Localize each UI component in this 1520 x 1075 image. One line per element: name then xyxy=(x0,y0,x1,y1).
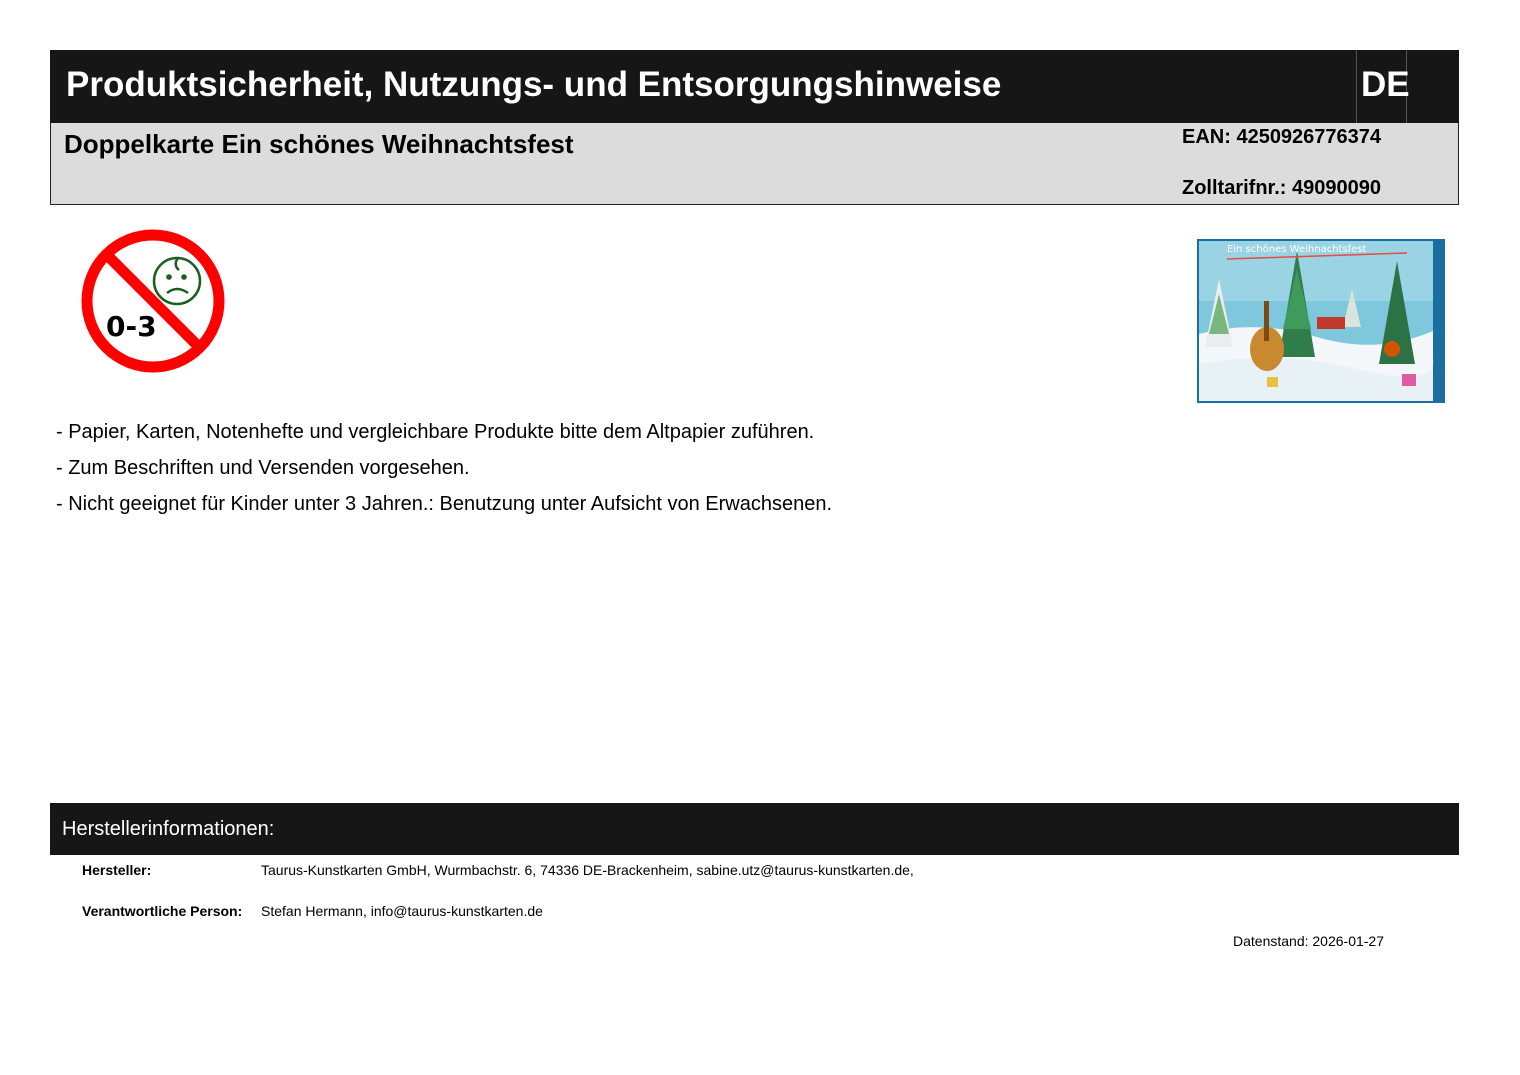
product-info-bar: Doppelkarte Ein schönes Weihnachtsfest E… xyxy=(50,123,1459,205)
manufacturer-section-bar: Herstellerinformationen: xyxy=(50,803,1459,855)
note-usage: - Zum Beschriften und Versenden vorgeseh… xyxy=(56,457,470,479)
age-range-label: 0-3 xyxy=(106,310,157,343)
header-bar: Produktsicherheit, Nutzungs- und Entsorg… xyxy=(50,50,1459,123)
note-age-warning: - Nicht geeignet für Kinder unter 3 Jahr… xyxy=(56,493,833,515)
usage-notes: - Papier, Karten, Notenhefte und verglei… xyxy=(56,414,832,522)
responsible-person-value: Stefan Hermann, info@taurus-kunstkarten.… xyxy=(261,903,543,919)
data-date: Datenstand: 2026-01-27 xyxy=(1233,933,1384,949)
manufacturer-section-title: Herstellerinformationen: xyxy=(62,818,275,840)
language-label: DE xyxy=(1361,65,1410,104)
language-badge: DE xyxy=(1356,50,1410,123)
not-for-children-0-3-icon: 0-3 xyxy=(78,228,228,381)
responsible-person-label: Verantwortliche Person: xyxy=(82,903,243,919)
manufacturer-value: Taurus-Kunstkarten GmbH, Wurmbachstr. 6,… xyxy=(261,862,914,878)
page-title: Produktsicherheit, Nutzungs- und Entsorg… xyxy=(66,65,1002,104)
manufacturer-label: Hersteller: xyxy=(82,862,152,878)
note-disposal: - Papier, Karten, Notenhefte und verglei… xyxy=(56,421,815,443)
customs-tariff-number: Zolltarifnr.: 49090090 xyxy=(1182,177,1381,199)
product-name: Doppelkarte Ein schönes Weihnachtsfest xyxy=(64,129,574,159)
card-image-caption: Ein schönes Weihnachtsfest xyxy=(1227,244,1367,255)
product-card-image: Ein schönes Weihnachtsfest xyxy=(1197,239,1445,403)
ean-code: EAN: 4250926776374 xyxy=(1182,126,1382,148)
